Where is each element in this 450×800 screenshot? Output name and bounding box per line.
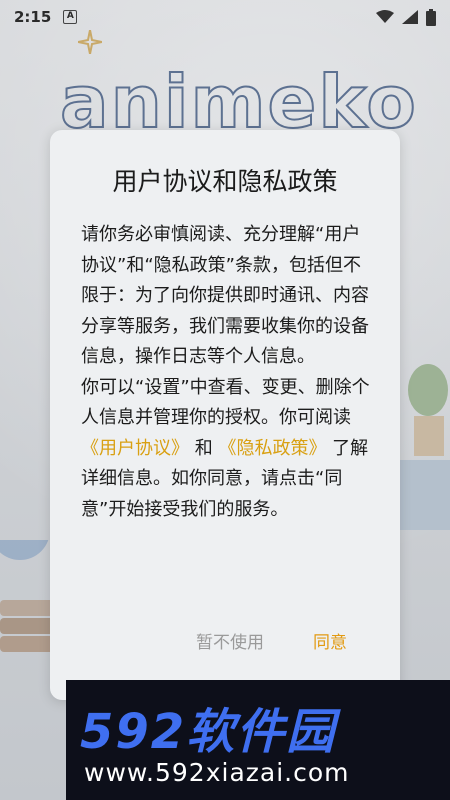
battery-icon (426, 8, 436, 26)
dialog-body: 请你务必审慎阅读、充分理解“用户协议”和“隐私政策”条款，包括但不限于：为了向你… (81, 220, 371, 525)
user-agreement-link[interactable]: 《用户协议》 (81, 438, 189, 459)
status-icons (376, 8, 436, 26)
plant-illustration (398, 364, 450, 530)
privacy-dialog: 用户协议和隐私政策 请你务必审慎阅读、充分理解“用户协议”和“隐私政策”条款，包… (50, 130, 400, 700)
and-text: 和 (189, 437, 219, 459)
status-time: 2:15 (14, 8, 52, 26)
decline-button[interactable]: 暂不使用 (196, 628, 264, 653)
wifi-icon (376, 10, 394, 23)
watermark-url: www.592xiazai.com (84, 758, 350, 787)
dialog-actions: 暂不使用 同意 (50, 628, 400, 658)
body-manage-text: 你可以“设置”中查看、变更、删除个人信息并管理你的授权。你可阅读 (81, 376, 370, 429)
status-bar: 2:15 A (0, 0, 450, 34)
agree-button[interactable]: 同意 (313, 628, 347, 653)
watermark-brand: 592软件园 (80, 704, 337, 760)
watermark-banner: 592软件园 www.592xiazai.com (66, 680, 450, 800)
sparkle-icon (78, 30, 102, 54)
privacy-policy-link[interactable]: 《隐私政策》 (218, 438, 326, 459)
body-intro-text: 请你务必审慎阅读、充分理解“用户协议”和“隐私政策”条款，包括但不限于：为了向你… (81, 224, 369, 367)
signal-icon (402, 10, 418, 24)
notification-a-icon: A (63, 10, 78, 24)
dialog-title: 用户协议和隐私政策 (112, 167, 338, 196)
